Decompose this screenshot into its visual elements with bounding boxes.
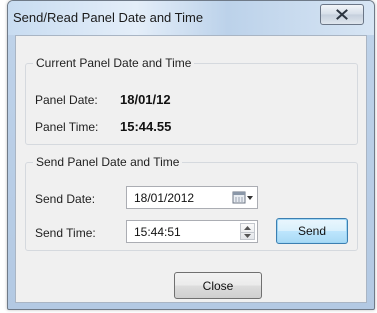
spinner-arrows-icon	[240, 223, 255, 240]
spin-up-icon	[244, 226, 251, 230]
send-time-value: 15:44:51	[134, 225, 181, 239]
panel-date-label: Panel Date:	[35, 93, 98, 107]
send-date-label: Send Date:	[35, 192, 96, 206]
spin-down-icon	[244, 234, 251, 238]
date-picker-dropdown-button[interactable]	[232, 190, 254, 206]
send-date-value: 18/01/2012	[134, 191, 195, 205]
window-close-button[interactable]	[320, 4, 364, 25]
send-button[interactable]: Send	[276, 218, 348, 244]
dialog-client-area: Current Panel Date and Time Panel Date: …	[15, 35, 367, 303]
send-date-time-group: Send Panel Date and Time Send Date: 18/0…	[25, 155, 358, 251]
panel-time-value: 15:44.55	[120, 119, 172, 134]
calendar-icon	[232, 191, 253, 204]
close-button[interactable]: Close	[174, 272, 262, 299]
send-time-label: Send Time:	[35, 226, 96, 240]
dialog-window: Send/Read Panel Date and Time Current Pa…	[7, 0, 375, 310]
close-x-icon	[336, 9, 348, 20]
send-group-title: Send Panel Date and Time	[33, 155, 183, 169]
title-bar[interactable]: Send/Read Panel Date and Time	[8, 1, 374, 35]
window-title: Send/Read Panel Date and Time	[13, 10, 204, 25]
panel-time-label: Panel Time:	[35, 120, 99, 134]
current-group-title: Current Panel Date and Time	[33, 56, 195, 70]
spin-down-button[interactable]	[241, 232, 254, 240]
send-date-picker[interactable]: 18/01/2012	[126, 186, 258, 209]
current-date-time-group: Current Panel Date and Time Panel Date: …	[25, 56, 358, 145]
panel-date-value: 18/01/12	[120, 92, 171, 107]
send-time-stepper[interactable]: 15:44:51	[126, 220, 258, 243]
